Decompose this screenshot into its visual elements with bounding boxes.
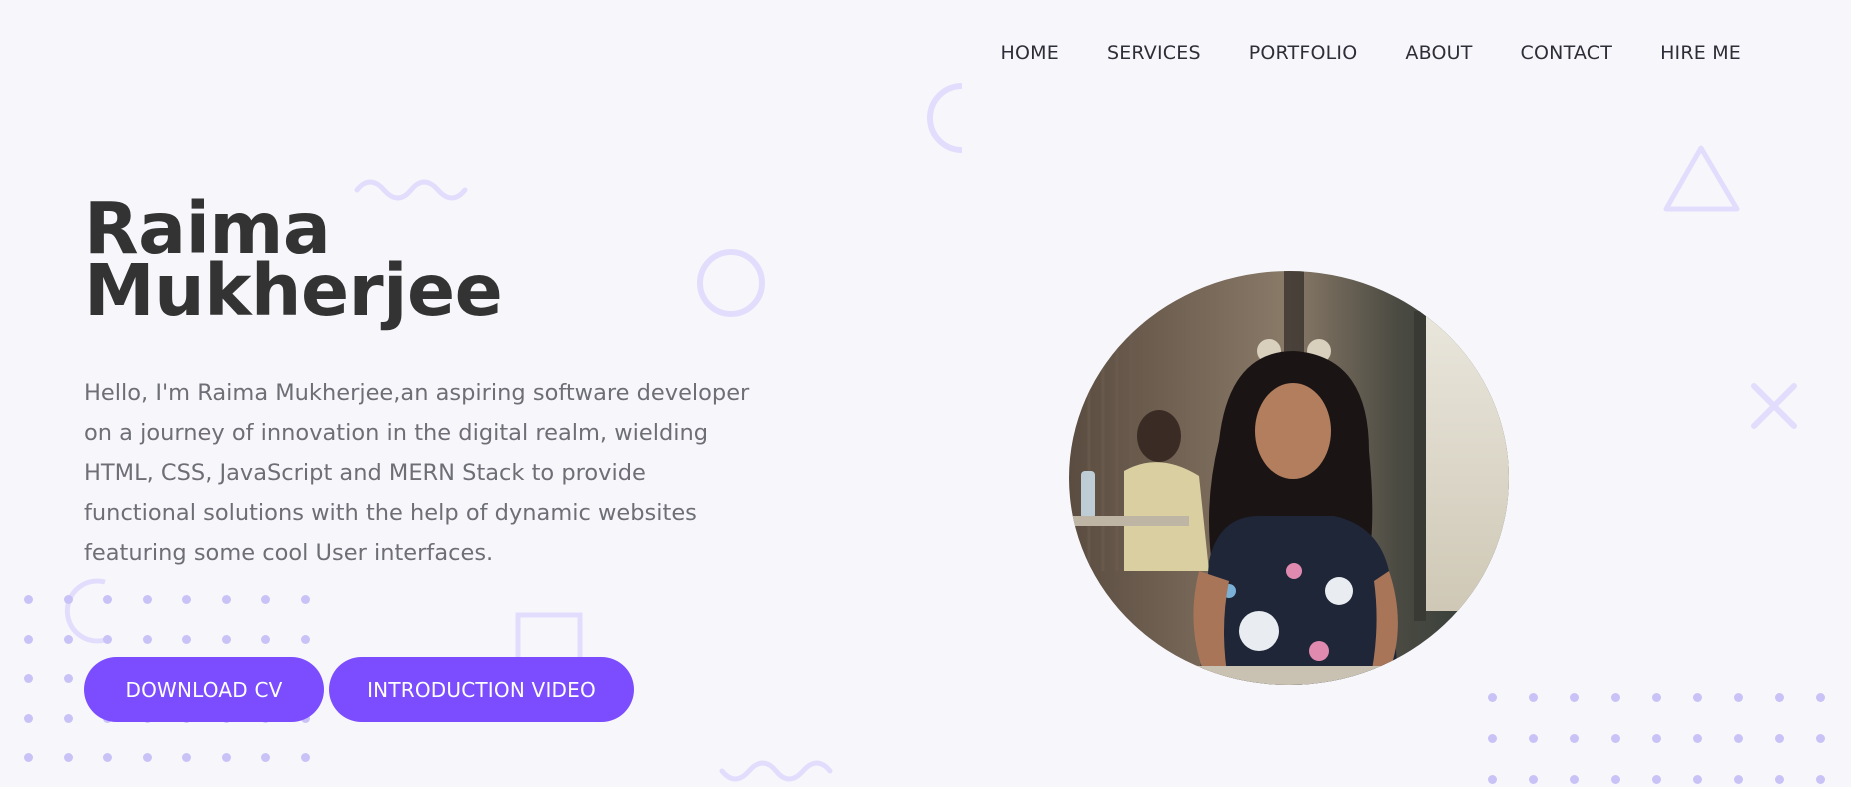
- decorative-dot: [221, 753, 231, 762]
- decorative-dot: [1570, 775, 1579, 784]
- decorative-dot: [261, 595, 270, 604]
- main-nav: HOME SERVICES PORTFOLIO ABOUT CONTACT HI…: [952, 42, 1741, 64]
- decorative-dot: [1734, 734, 1743, 743]
- introduction-video-button[interactable]: INTRODUCTION VIDEO: [329, 657, 634, 722]
- nav-portfolio[interactable]: PORTFOLIO: [1249, 42, 1358, 64]
- decorative-dot: [182, 634, 191, 644]
- decorative-dot: [1734, 775, 1743, 784]
- decorative-dot: [1816, 734, 1825, 743]
- hero-description: Hello, I'm Raima Mukherjee,an aspiring s…: [84, 380, 750, 566]
- circle-shape: [697, 249, 765, 317]
- decorative-dot: [1611, 734, 1620, 743]
- decorative-dot: [1652, 734, 1661, 743]
- hero-last-name: Mukherjee: [84, 249, 503, 332]
- decorative-dot: [1529, 693, 1538, 702]
- decorative-dot: [1693, 775, 1702, 784]
- dot-grid-right: [1488, 693, 1851, 787]
- hero-name: Raima Mukherjee: [84, 193, 503, 332]
- decorative-dot: [182, 595, 191, 604]
- profile-photo-illustration: [1069, 271, 1509, 685]
- decorative-dot: [1693, 693, 1702, 702]
- decorative-dot: [1570, 693, 1579, 702]
- decorative-dot: [1611, 693, 1620, 702]
- cross-shape: [1751, 383, 1797, 429]
- crescent-shape: [927, 83, 963, 153]
- hero-page: HOME SERVICES PORTFOLIO ABOUT CONTACT HI…: [0, 0, 1851, 787]
- nav-hire-me[interactable]: HIRE ME: [1660, 42, 1741, 64]
- nav-contact[interactable]: CONTACT: [1521, 42, 1613, 64]
- decorative-dot: [63, 595, 73, 604]
- download-cv-button[interactable]: DOWNLOAD CV: [84, 657, 324, 722]
- decorative-dot: [24, 713, 33, 723]
- decorative-dot: [300, 753, 310, 762]
- decorative-dot: [1775, 693, 1784, 702]
- decorative-dot: [300, 634, 310, 644]
- decorative-dot: [221, 595, 231, 604]
- nav-home[interactable]: HOME: [1000, 42, 1058, 64]
- decorative-dot: [1816, 775, 1825, 784]
- triangle-shape: [1663, 145, 1740, 212]
- decorative-dot: [24, 674, 33, 683]
- decorative-dot: [1570, 734, 1579, 743]
- profile-photo: [1069, 271, 1509, 685]
- decorative-dot: [63, 674, 73, 683]
- nav-services[interactable]: SERVICES: [1107, 42, 1201, 64]
- decorative-dot: [63, 634, 73, 644]
- nav-about[interactable]: ABOUT: [1405, 42, 1472, 64]
- decorative-dot: [142, 753, 152, 762]
- decorative-dot: [261, 753, 270, 762]
- wave-shape-bottom: [719, 760, 833, 782]
- decorative-dot: [1775, 775, 1784, 784]
- decorative-dot: [1816, 693, 1825, 702]
- decorative-dot: [24, 634, 33, 644]
- decorative-dot: [1488, 775, 1497, 784]
- decorative-dot: [1775, 734, 1784, 743]
- decorative-dot: [1652, 693, 1661, 702]
- decorative-dot: [63, 713, 73, 723]
- decorative-dot: [24, 753, 33, 762]
- decorative-dot: [63, 753, 73, 762]
- decorative-dot: [24, 595, 33, 604]
- decorative-dot: [103, 753, 112, 762]
- decorative-dot: [1488, 734, 1497, 743]
- decorative-dot: [142, 634, 152, 644]
- decorative-dot: [103, 634, 112, 644]
- wave-shape: [354, 179, 468, 201]
- decorative-dot: [103, 595, 112, 604]
- decorative-dot: [182, 753, 191, 762]
- decorative-dot: [300, 595, 310, 604]
- decorative-dot: [1693, 734, 1702, 743]
- decorative-dot: [1529, 734, 1538, 743]
- decorative-dot: [1529, 775, 1538, 784]
- decorative-dot: [142, 595, 152, 604]
- decorative-dot: [221, 634, 231, 644]
- decorative-dot: [1611, 775, 1620, 784]
- decorative-dot: [261, 634, 270, 644]
- decorative-dot: [1652, 775, 1661, 784]
- decorative-dot: [1488, 693, 1497, 702]
- decorative-dot: [1734, 693, 1743, 702]
